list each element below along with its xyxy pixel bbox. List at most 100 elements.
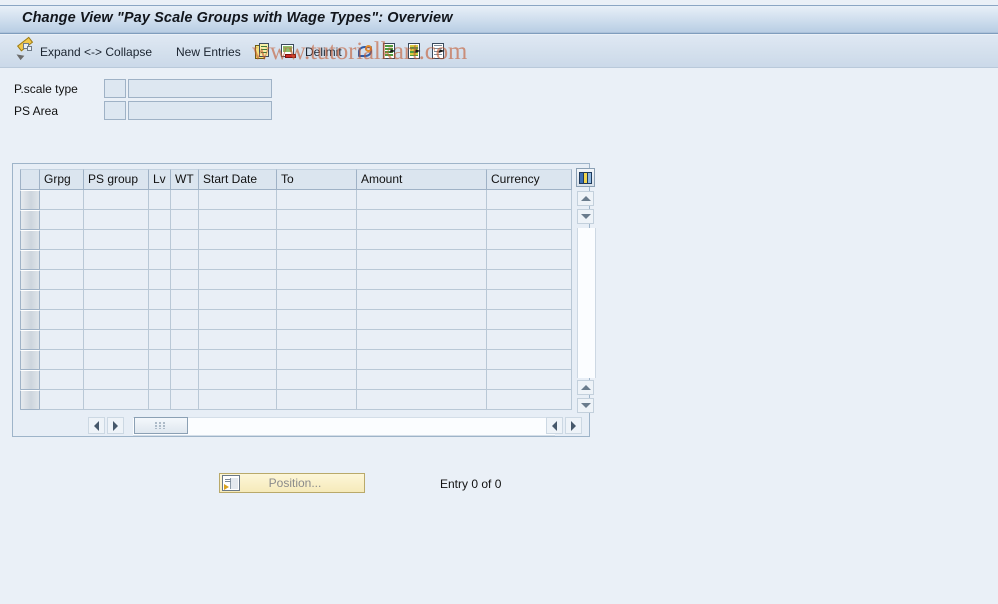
row-selector[interactable]	[20, 370, 40, 390]
table-cell[interactable]	[199, 390, 277, 410]
row-selector[interactable]	[20, 350, 40, 370]
table-layout-icon[interactable]	[576, 168, 595, 187]
scroll-left-end-icon[interactable]	[546, 417, 563, 434]
edit-button[interactable]	[14, 35, 34, 68]
row-selector[interactable]	[20, 210, 40, 230]
pscale-type-text-field[interactable]	[128, 79, 272, 98]
ps-area-key-input[interactable]	[105, 102, 125, 119]
table-cell[interactable]	[277, 210, 357, 230]
table-cell[interactable]	[199, 210, 277, 230]
table-row[interactable]	[20, 330, 572, 350]
scroll-page-down-icon[interactable]	[577, 398, 594, 413]
table-cell[interactable]	[277, 250, 357, 270]
table-cell[interactable]	[357, 210, 487, 230]
pscale-type-text-input[interactable]	[129, 80, 271, 97]
scroll-page-up-icon[interactable]	[577, 380, 594, 395]
delete-button[interactable]	[280, 35, 297, 68]
table-row[interactable]	[20, 350, 572, 370]
table-cell[interactable]	[84, 310, 149, 330]
table-cell[interactable]	[277, 370, 357, 390]
table-cell[interactable]	[199, 350, 277, 370]
table-cell[interactable]	[149, 190, 171, 210]
table-cell[interactable]	[84, 390, 149, 410]
ps-area-text-input[interactable]	[129, 102, 271, 119]
ps-area-text-field[interactable]	[128, 101, 272, 120]
table-row[interactable]	[20, 390, 572, 410]
row-selector[interactable]	[20, 250, 40, 270]
ps-area-key-field[interactable]	[104, 101, 126, 120]
table-cell[interactable]	[84, 370, 149, 390]
table-cell[interactable]	[357, 370, 487, 390]
table-cell[interactable]	[171, 210, 199, 230]
table-cell[interactable]	[357, 310, 487, 330]
table-row[interactable]	[20, 210, 572, 230]
table-cell[interactable]	[357, 230, 487, 250]
table-cell[interactable]	[357, 190, 487, 210]
table-cell[interactable]	[84, 290, 149, 310]
pscale-type-key-input[interactable]	[105, 80, 125, 97]
table-header-cell[interactable]: PS group	[84, 169, 149, 190]
table-cell[interactable]	[487, 230, 572, 250]
table-cell[interactable]	[171, 230, 199, 250]
row-selector[interactable]	[20, 390, 40, 410]
table-cell[interactable]	[84, 210, 149, 230]
table-cell[interactable]	[199, 250, 277, 270]
table-cell[interactable]	[171, 250, 199, 270]
table-cell[interactable]	[40, 290, 84, 310]
new-entries-button[interactable]: New Entries	[176, 35, 241, 68]
table-cell[interactable]	[171, 270, 199, 290]
table-cell[interactable]	[277, 230, 357, 250]
delimit-icon-button[interactable]	[357, 35, 374, 68]
table-cell[interactable]	[357, 290, 487, 310]
table-cell[interactable]	[487, 190, 572, 210]
table-cell[interactable]	[171, 190, 199, 210]
table-cell[interactable]	[487, 290, 572, 310]
table-cell[interactable]	[487, 330, 572, 350]
table-row[interactable]	[20, 270, 572, 290]
table-cell[interactable]	[149, 290, 171, 310]
table-cell[interactable]	[277, 270, 357, 290]
scroll-down-icon[interactable]	[577, 209, 594, 224]
table-header-cell[interactable]: Start Date	[199, 169, 277, 190]
row-selector[interactable]	[20, 290, 40, 310]
table-cell[interactable]	[199, 330, 277, 350]
table-cell[interactable]	[357, 270, 487, 290]
table-header-cell[interactable]: WT	[171, 169, 199, 190]
table-cell[interactable]	[199, 310, 277, 330]
table-cell[interactable]	[199, 230, 277, 250]
table-cell[interactable]	[84, 270, 149, 290]
table-cell[interactable]	[277, 350, 357, 370]
table-cell[interactable]	[40, 350, 84, 370]
table-cell[interactable]	[149, 390, 171, 410]
table-cell[interactable]	[84, 350, 149, 370]
table-cell[interactable]	[40, 190, 84, 210]
row-selector[interactable]	[20, 190, 40, 210]
table-cell[interactable]	[277, 190, 357, 210]
table-cell[interactable]	[149, 270, 171, 290]
table-cell[interactable]	[84, 330, 149, 350]
table-cell[interactable]	[149, 210, 171, 230]
table-row[interactable]	[20, 190, 572, 210]
pscale-type-key-field[interactable]	[104, 79, 126, 98]
table-cell[interactable]	[357, 250, 487, 270]
table-cell[interactable]	[487, 370, 572, 390]
table-header-cell[interactable]: Grpg	[40, 169, 84, 190]
table-cell[interactable]	[277, 310, 357, 330]
table-cell[interactable]	[171, 330, 199, 350]
row-selector[interactable]	[20, 310, 40, 330]
previous-entry-button[interactable]	[382, 35, 399, 68]
table-row[interactable]	[20, 250, 572, 270]
table-cell[interactable]	[40, 270, 84, 290]
table-cell[interactable]	[487, 270, 572, 290]
table-cell[interactable]	[171, 390, 199, 410]
table-cell[interactable]	[149, 230, 171, 250]
table-cell[interactable]	[171, 310, 199, 330]
table-cell[interactable]	[171, 370, 199, 390]
table-cell[interactable]	[199, 290, 277, 310]
table-cell[interactable]	[199, 190, 277, 210]
expand-collapse-button[interactable]: Expand <-> Collapse	[40, 35, 152, 68]
table-cell[interactable]	[487, 210, 572, 230]
table-header-cell[interactable]: Currency	[487, 169, 572, 190]
table-cell[interactable]	[171, 350, 199, 370]
table-cell[interactable]	[487, 350, 572, 370]
